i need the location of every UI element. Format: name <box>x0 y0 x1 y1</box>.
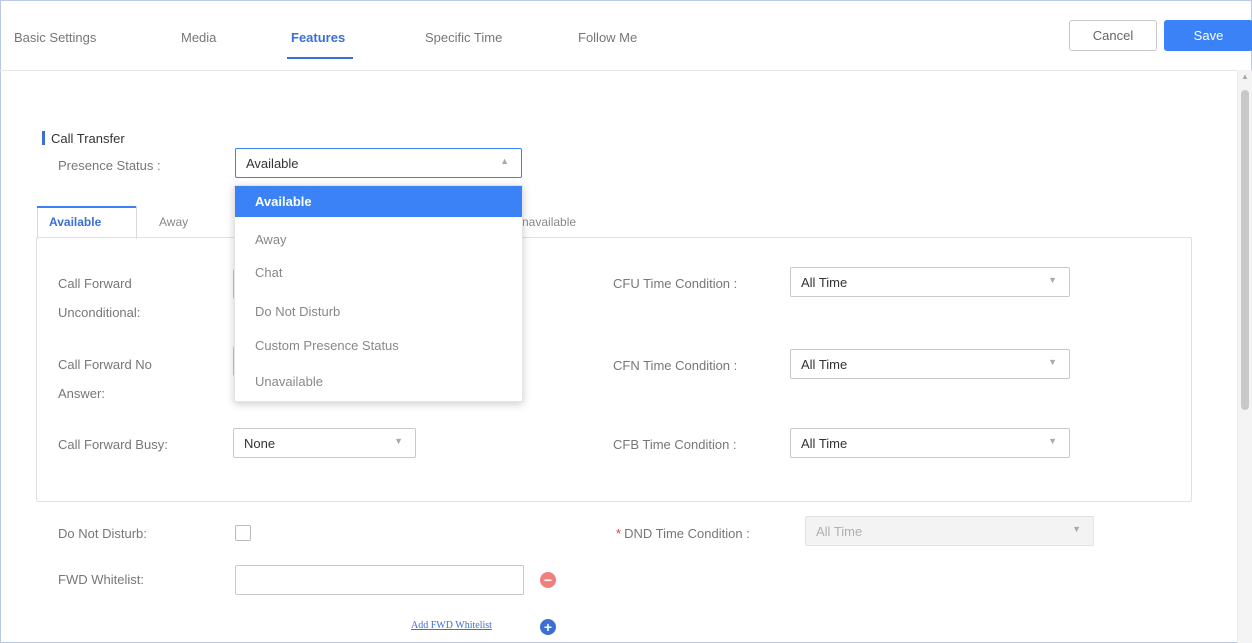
dnd-time-label-text: DND Time Condition : <box>624 526 750 541</box>
cfu-time-select[interactable]: All Time ▼ <box>790 267 1070 297</box>
fwd-whitelist-label: FWD Whitelist: <box>58 572 144 587</box>
cfn-time-select[interactable]: All Time ▼ <box>790 349 1070 379</box>
presence-status-label: Presence Status : <box>58 158 161 173</box>
cfn-time-label: CFN Time Condition : <box>613 358 738 373</box>
cfb-label: Call Forward Busy: <box>58 437 168 452</box>
chevron-up-icon: ▲ <box>500 156 509 166</box>
chevron-down-icon: ▼ <box>1048 275 1057 285</box>
tab-specific-time[interactable]: Specific Time <box>425 30 502 45</box>
tab-media[interactable]: Media <box>181 30 216 45</box>
presence-tab-available[interactable]: Available <box>49 215 101 229</box>
dropdown-option-away[interactable]: Away <box>235 222 522 256</box>
dnd-time-label: * DND Time Condition : <box>616 526 750 541</box>
dnd-label: Do Not Disturb: <box>58 526 147 541</box>
cfn-label-line1: Call Forward No <box>58 357 152 372</box>
dropdown-option-do-not-disturb[interactable]: Do Not Disturb <box>235 294 522 328</box>
top-tab-bar: Basic Settings Media Features Specific T… <box>0 0 1252 70</box>
presence-status-value: Available <box>246 155 299 171</box>
presence-tab-away[interactable]: Away <box>159 215 188 229</box>
chevron-down-icon: ▼ <box>1048 436 1057 446</box>
section-title: Call Transfer <box>51 131 125 146</box>
dnd-checkbox[interactable] <box>235 525 251 541</box>
section-marker <box>42 131 45 145</box>
scroll-up-icon[interactable]: ▲ <box>1241 72 1249 81</box>
cfb-time-select[interactable]: All Time ▼ <box>790 428 1070 458</box>
header-divider <box>0 70 1252 71</box>
cfu-label-line2: Unconditional: <box>58 305 141 320</box>
presence-status-select[interactable]: Available ▲ <box>235 148 522 178</box>
presence-tab-indicator <box>37 206 136 208</box>
fwd-whitelist-input[interactable] <box>235 565 524 595</box>
dropdown-option-unavailable[interactable]: Unavailable <box>235 364 522 398</box>
tab-features[interactable]: Features <box>291 30 345 45</box>
cfu-time-label: CFU Time Condition : <box>613 276 738 291</box>
tab-basic-settings[interactable]: Basic Settings <box>14 30 96 45</box>
chevron-down-icon: ▼ <box>394 436 403 446</box>
cfn-label-line2: Answer: <box>58 386 105 401</box>
cfn-time-value: All Time <box>801 356 848 372</box>
cancel-button[interactable]: Cancel <box>1069 20 1157 51</box>
add-fwd-whitelist-link[interactable]: Add FWD Whitelist <box>411 620 492 631</box>
cfb-time-label: CFB Time Condition : <box>613 437 737 452</box>
dnd-time-select: All Time ▼ <box>805 516 1094 546</box>
required-marker: * <box>616 526 622 541</box>
remove-whitelist-icon[interactable]: − <box>540 572 556 588</box>
save-button[interactable]: Save <box>1164 20 1252 51</box>
chevron-down-icon: ▼ <box>1072 524 1081 534</box>
chevron-down-icon: ▼ <box>1048 357 1057 367</box>
add-whitelist-icon[interactable]: + <box>540 619 556 635</box>
vertical-scrollbar[interactable]: ▲ <box>1237 70 1252 643</box>
scrollbar-thumb[interactable] <box>1241 90 1249 410</box>
dnd-time-value: All Time <box>816 523 863 539</box>
dropdown-option-chat[interactable]: Chat <box>235 255 522 289</box>
cfu-time-value: All Time <box>801 274 848 290</box>
presence-status-dropdown: Available Away Chat Do Not Disturb Custo… <box>234 185 523 402</box>
active-tab-indicator <box>287 57 353 59</box>
cfb-select[interactable]: None ▼ <box>233 428 416 458</box>
cfu-label-line1: Call Forward <box>58 276 132 291</box>
cfb-select-value: None <box>244 435 276 451</box>
cfb-time-value: All Time <box>801 435 848 451</box>
presence-tab-unavailable[interactable]: navailable <box>522 215 576 229</box>
dropdown-option-custom-presence[interactable]: Custom Presence Status <box>235 328 522 362</box>
dropdown-option-available[interactable]: Available <box>235 186 522 217</box>
tab-follow-me[interactable]: Follow Me <box>578 30 637 45</box>
